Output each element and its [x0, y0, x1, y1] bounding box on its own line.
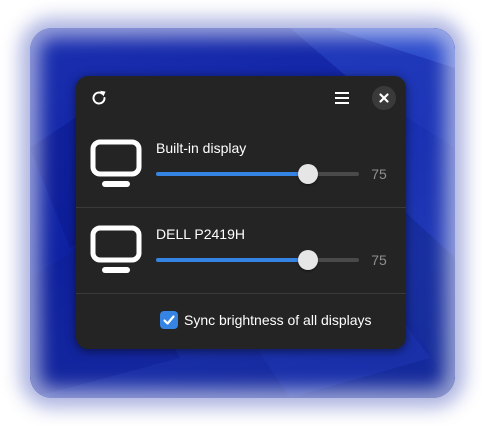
- slider-fill: [156, 172, 309, 176]
- brightness-slider[interactable]: [156, 164, 359, 184]
- divider: [76, 293, 406, 294]
- hamburger-menu-icon: [335, 92, 349, 104]
- monitor-icon: [90, 225, 142, 273]
- refresh-icon: [92, 90, 106, 105]
- display-row-dell: DELL P2419H 75: [76, 207, 406, 293]
- menu-button[interactable]: [331, 87, 353, 109]
- slider-handle[interactable]: [298, 250, 319, 270]
- sync-label: Sync brightness of all displays: [184, 312, 372, 328]
- brightness-slider[interactable]: [156, 250, 359, 270]
- sync-brightness-option[interactable]: Sync brightness of all displays: [160, 311, 372, 329]
- monitor-icon: [90, 139, 142, 187]
- display-name: Built-in display: [156, 140, 247, 156]
- close-icon: [379, 93, 389, 103]
- refresh-button[interactable]: [88, 87, 110, 109]
- sync-checkbox[interactable]: [160, 311, 178, 329]
- brightness-value: 75: [371, 166, 387, 182]
- close-button[interactable]: [372, 86, 396, 110]
- brightness-value: 75: [371, 252, 387, 268]
- display-row-built-in: Built-in display 75: [76, 121, 406, 207]
- slider-handle[interactable]: [298, 164, 319, 184]
- display-name: DELL P2419H: [156, 226, 245, 242]
- slider-fill: [156, 258, 309, 262]
- checkmark-icon: [163, 315, 175, 325]
- brightness-popup: Built-in display 75 DELL P2419H 75 Sync: [76, 76, 406, 349]
